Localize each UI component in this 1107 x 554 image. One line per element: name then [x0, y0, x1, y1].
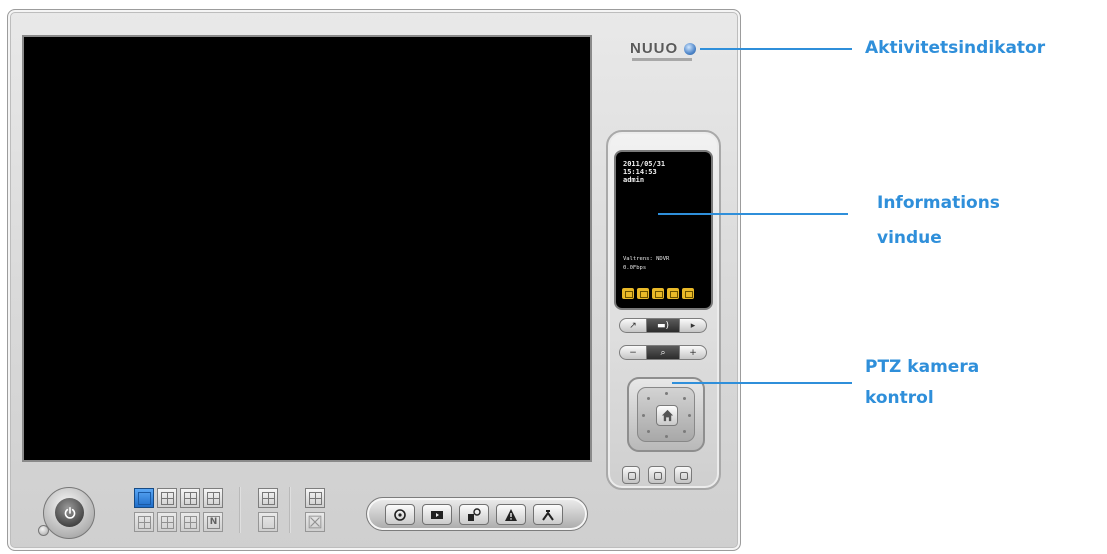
playback-button[interactable]: [422, 504, 452, 525]
clock-icon: [394, 508, 406, 521]
layout-1plus5-button[interactable]: [180, 488, 200, 508]
ptz-zoom-in-button[interactable]: +: [679, 345, 707, 360]
single-view-button[interactable]: [258, 512, 278, 532]
ptz-focus-far-button[interactable]: ▸: [679, 318, 707, 333]
ptz-focus-near-button[interactable]: ↗: [619, 318, 647, 333]
record-status-icon: [622, 288, 634, 299]
ptz-zoom-row: − ⌕ +: [619, 345, 707, 360]
callout-ptz-line1: PTZ kamera: [865, 357, 980, 377]
layout-1plus5-icon: [184, 492, 197, 505]
power-control: [38, 487, 100, 539]
camera-icon: [468, 507, 481, 521]
auto-scan-button[interactable]: [305, 488, 325, 508]
ptz-left-dot[interactable]: [642, 414, 645, 417]
auto-scan-icon: [309, 492, 322, 505]
layout-6x6-button[interactable]: [180, 512, 200, 532]
ptz-down-left-dot[interactable]: [647, 430, 650, 433]
toolbar-separator: [239, 487, 241, 533]
activity-indicator-icon: [684, 43, 696, 55]
ptz-zoom-label: ⌕: [647, 345, 679, 360]
layout-custom-button[interactable]: N: [203, 512, 223, 532]
power-icon: [55, 498, 84, 527]
status-icon-row: [622, 288, 694, 299]
logo-tagline: [632, 58, 692, 61]
layout-6x6-icon: [184, 516, 197, 529]
layout-5x5-button[interactable]: [157, 512, 177, 532]
callout-line-ptz: [672, 382, 852, 384]
callout-line-activity: [700, 48, 852, 50]
ptz-preset-1-button[interactable]: [622, 466, 640, 484]
callout-activity-indicator: Aktivitetsindikator: [865, 38, 1046, 58]
layout-n-label: N: [207, 516, 220, 529]
ptz-up-dot[interactable]: [665, 392, 668, 395]
warning-icon: [505, 508, 517, 521]
schedule-button[interactable]: [385, 504, 415, 525]
close-icon: [308, 515, 322, 529]
info-date: 2011/05/31: [623, 160, 666, 168]
layout-1x1-button[interactable]: [134, 488, 154, 508]
lock-status-icon: [652, 288, 664, 299]
live-video-area[interactable]: [22, 35, 592, 462]
alarm-button[interactable]: [496, 504, 526, 525]
info-user: admin: [623, 176, 645, 184]
full-screen-button[interactable]: [258, 488, 278, 508]
ptz-down-dot[interactable]: [665, 435, 668, 438]
alarm-status-icon: [682, 288, 694, 299]
ptz-preset-3-button[interactable]: [674, 466, 692, 484]
camera-config-button[interactable]: [459, 504, 489, 525]
info-fps: 0.0Fbps: [623, 265, 647, 271]
layout-4x4-icon: [138, 516, 151, 529]
info-window: 2011/05/31 15:14:53 admin Valtrens: NDVR…: [614, 150, 713, 310]
ptz-direction-pad[interactable]: [627, 377, 705, 452]
tools-icon: [542, 509, 554, 521]
layout-3x3-icon: [207, 492, 220, 505]
ptz-zoom-out-button[interactable]: −: [619, 345, 647, 360]
layout-2x2-icon: [161, 492, 174, 505]
tools-button[interactable]: [533, 504, 563, 525]
callout-line-info-window: [658, 213, 848, 215]
function-toolbar: [366, 497, 588, 531]
ptz-focus-row: ↗ ▬) ▸: [619, 318, 707, 333]
layout-3x3-button[interactable]: [203, 488, 223, 508]
close-view-button[interactable]: [305, 512, 325, 532]
ptz-up-right-dot[interactable]: [683, 397, 686, 400]
toolbar-separator: [289, 487, 291, 533]
layout-2x2-button[interactable]: [157, 488, 177, 508]
ptz-focus-label: ▬): [647, 318, 679, 333]
callout-info-window-line2: vindue: [877, 228, 942, 248]
full-screen-icon: [262, 492, 275, 505]
ptz-up-left-dot[interactable]: [647, 397, 650, 400]
info-time: 15:14:53: [623, 168, 657, 176]
network-status-icon: [667, 288, 679, 299]
layout-5x5-icon: [161, 516, 174, 529]
playback-status-icon: [637, 288, 649, 299]
layout-1x1-icon: [138, 492, 151, 505]
home-icon: [661, 409, 673, 422]
ptz-right-dot[interactable]: [688, 414, 691, 417]
ptz-direction-pad-inner[interactable]: [637, 387, 695, 442]
callout-info-window-line1: Informations: [877, 193, 1000, 213]
info-server: Valtrens: NDVR: [623, 256, 670, 262]
ptz-home-button[interactable]: [656, 405, 678, 426]
ptz-preset-2-button[interactable]: [648, 466, 666, 484]
callout-ptz-line2: kontrol: [865, 388, 934, 408]
screenshot-stage: NUUO 2011/05/31 15:14:53 admin Valtrens:…: [0, 0, 1107, 554]
single-view-icon: [262, 516, 275, 529]
ptz-down-right-dot[interactable]: [683, 430, 686, 433]
playback-icon: [431, 510, 443, 519]
logo-text: NUUO: [630, 40, 679, 57]
layout-4x4-button[interactable]: [134, 512, 154, 532]
app-logo: NUUO: [630, 40, 700, 64]
